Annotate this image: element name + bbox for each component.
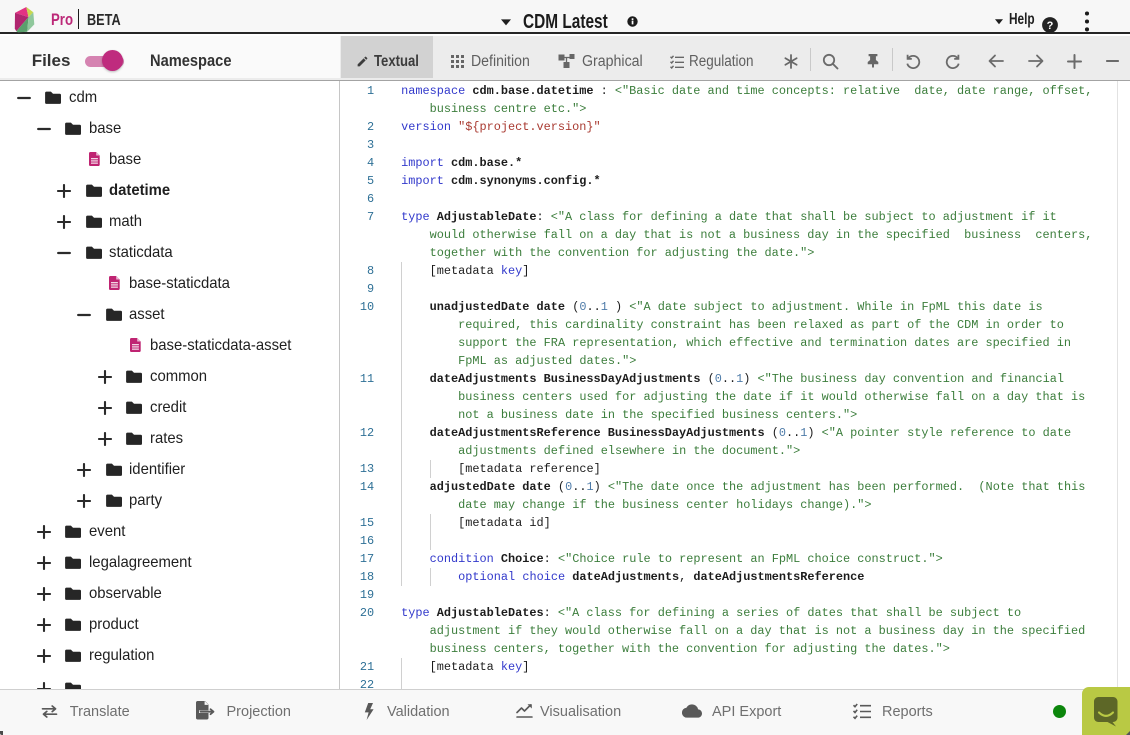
svg-text:?: ? bbox=[1047, 20, 1054, 32]
